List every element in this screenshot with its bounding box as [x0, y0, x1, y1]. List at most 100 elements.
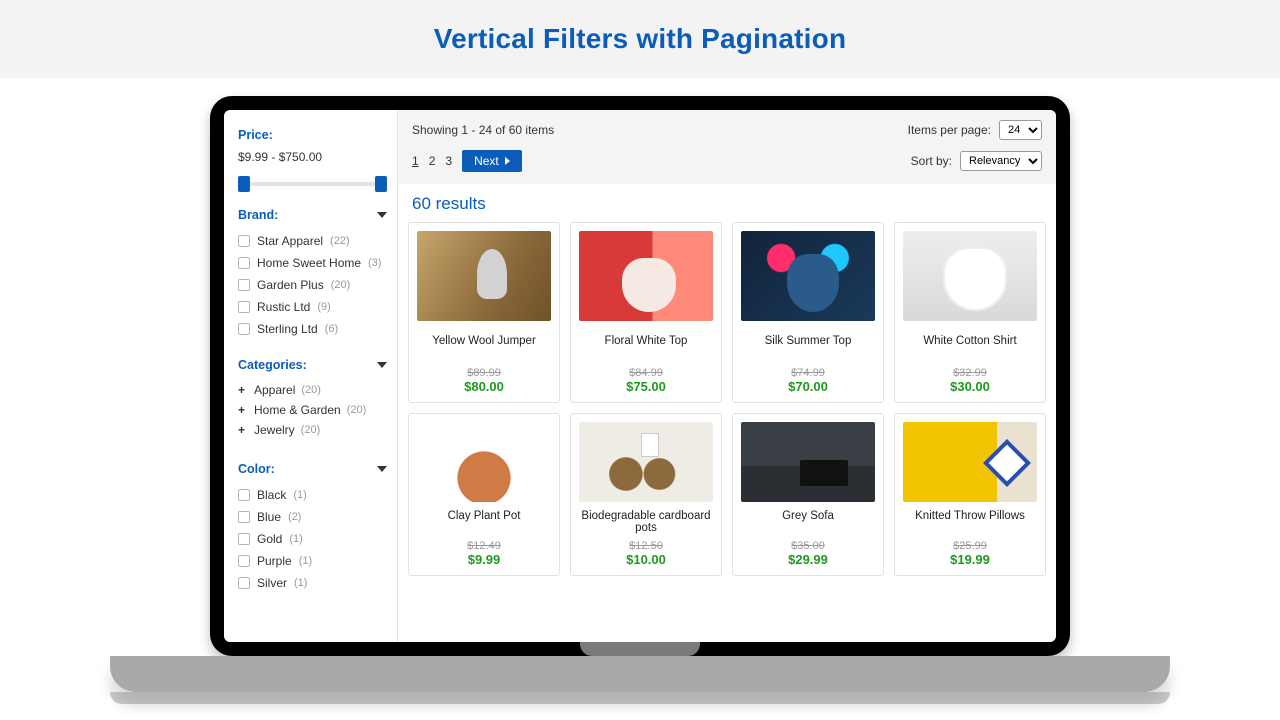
slider-handle-max[interactable] — [375, 176, 387, 192]
product-title: Biodegradable cardboard pots — [579, 510, 713, 534]
page-link[interactable]: 1 — [412, 154, 419, 168]
product-old-price: $74.99 — [791, 367, 825, 379]
product-image — [417, 231, 551, 321]
checkbox-icon[interactable] — [238, 555, 250, 567]
chevron-down-icon — [377, 362, 387, 368]
slider-handle-min[interactable] — [238, 176, 250, 192]
ipp-select[interactable]: 24 — [999, 120, 1042, 140]
product-image — [903, 422, 1037, 502]
product-card[interactable]: Clay Plant Pot $12.49 $9.99 — [408, 413, 560, 576]
ipp-label: Items per page: — [908, 123, 991, 137]
showing-count: Showing 1 - 24 of 60 items — [412, 123, 908, 137]
product-card[interactable]: Silk Summer Top $74.99 $70.00 — [732, 222, 884, 403]
categories-label: Categories: — [238, 358, 307, 372]
brand-section-header[interactable]: Brand: — [238, 208, 387, 222]
product-price: $10.00 — [626, 552, 666, 567]
product-title: Grey Sofa — [782, 510, 834, 534]
price-slider[interactable] — [238, 174, 387, 194]
filter-sidebar: Price: $9.99 - $750.00 Brand: Star Appar… — [224, 110, 398, 642]
page-banner: Vertical Filters with Pagination — [0, 0, 1280, 78]
brand-label: Brand: — [238, 208, 278, 222]
product-card[interactable]: Grey Sofa $35.00 $29.99 — [732, 413, 884, 576]
sort-label: Sort by: — [911, 154, 952, 168]
product-image — [903, 231, 1037, 321]
product-old-price: $84.99 — [629, 367, 663, 379]
product-title: White Cotton Shirt — [923, 335, 1016, 361]
product-card[interactable]: Yellow Wool Jumper $89.99 $80.00 — [408, 222, 560, 403]
color-filter-item[interactable]: Black(1) — [238, 484, 387, 506]
next-button[interactable]: Next — [462, 150, 522, 172]
color-filter-item[interactable]: Silver(1) — [238, 572, 387, 594]
categories-section-header[interactable]: Categories: — [238, 358, 387, 372]
laptop-base — [110, 656, 1170, 692]
product-price: $80.00 — [464, 379, 504, 394]
product-title: Silk Summer Top — [765, 335, 852, 361]
checkbox-icon[interactable] — [238, 323, 250, 335]
product-image — [417, 422, 551, 502]
price-label: Price: — [238, 128, 273, 142]
category-filter-item[interactable]: +Jewelry(20) — [238, 420, 387, 440]
product-card[interactable]: Floral White Top $84.99 $75.00 — [570, 222, 722, 403]
checkbox-icon[interactable] — [238, 235, 250, 247]
checkbox-icon[interactable] — [238, 577, 250, 589]
product-title: Floral White Top — [605, 335, 688, 361]
product-old-price: $35.00 — [791, 540, 825, 552]
product-price: $75.00 — [626, 379, 666, 394]
sort-select[interactable]: Relevancy — [960, 151, 1042, 171]
product-old-price: $89.99 — [467, 367, 501, 379]
product-price: $70.00 — [788, 379, 828, 394]
expand-icon: + — [238, 403, 248, 417]
product-image — [741, 231, 875, 321]
sort-by: Sort by: Relevancy — [908, 151, 1042, 171]
checkbox-icon[interactable] — [238, 301, 250, 313]
product-price: $19.99 — [950, 552, 990, 567]
product-card[interactable]: White Cotton Shirt $32.99 $30.00 — [894, 222, 1046, 403]
color-label: Color: — [238, 462, 275, 476]
brand-filter-item[interactable]: Rustic Ltd(9) — [238, 296, 387, 318]
product-image — [579, 231, 713, 321]
chevron-down-icon — [377, 466, 387, 472]
checkbox-icon[interactable] — [238, 511, 250, 523]
product-grid: Yellow Wool Jumper $89.99 $80.00 Floral … — [398, 222, 1056, 413]
checkbox-icon[interactable] — [238, 279, 250, 291]
brand-filter-item[interactable]: Garden Plus(20) — [238, 274, 387, 296]
product-price: $29.99 — [788, 552, 828, 567]
product-card[interactable]: Knitted Throw Pillows $25.99 $19.99 — [894, 413, 1046, 576]
page-link[interactable]: 2 — [429, 154, 436, 168]
brand-filter-item[interactable]: Home Sweet Home(3) — [238, 252, 387, 274]
color-filter-item[interactable]: Blue(2) — [238, 506, 387, 528]
color-section-header[interactable]: Color: — [238, 462, 387, 476]
checkbox-icon[interactable] — [238, 257, 250, 269]
results-header: 60 results — [398, 184, 1056, 222]
category-filter-item[interactable]: +Home & Garden(20) — [238, 400, 387, 420]
items-per-page: Items per page: 24 — [908, 120, 1042, 140]
product-old-price: $25.99 — [953, 540, 987, 552]
price-range-text: $9.99 - $750.00 — [238, 150, 387, 164]
category-filter-item[interactable]: +Apparel(20) — [238, 380, 387, 400]
page-link[interactable]: 3 — [445, 154, 452, 168]
product-old-price: $32.99 — [953, 367, 987, 379]
arrow-right-icon — [505, 157, 510, 165]
product-price: $30.00 — [950, 379, 990, 394]
product-price: $9.99 — [468, 552, 501, 567]
color-filter-item[interactable]: Purple(1) — [238, 550, 387, 572]
main-content: Showing 1 - 24 of 60 items Items per pag… — [398, 110, 1056, 642]
color-filter-item[interactable]: Gold(1) — [238, 528, 387, 550]
product-card[interactable]: Biodegradable cardboard pots $12.50 $10.… — [570, 413, 722, 576]
checkbox-icon[interactable] — [238, 489, 250, 501]
product-grid: Clay Plant Pot $12.49 $9.99 Biodegradabl… — [398, 413, 1056, 586]
brand-filter-item[interactable]: Sterling Ltd(6) — [238, 318, 387, 340]
product-title: Clay Plant Pot — [448, 510, 521, 534]
checkbox-icon[interactable] — [238, 533, 250, 545]
product-title: Knitted Throw Pillows — [915, 510, 1025, 534]
slider-track — [238, 182, 387, 186]
results-toolbar: Showing 1 - 24 of 60 items Items per pag… — [398, 110, 1056, 184]
product-title: Yellow Wool Jumper — [432, 335, 536, 361]
expand-icon: + — [238, 383, 248, 397]
product-image — [741, 422, 875, 502]
product-old-price: $12.49 — [467, 540, 501, 552]
product-old-price: $12.50 — [629, 540, 663, 552]
laptop-frame: Price: $9.99 - $750.00 Brand: Star Appar… — [210, 96, 1070, 656]
brand-filter-item[interactable]: Star Apparel(22) — [238, 230, 387, 252]
expand-icon: + — [238, 423, 248, 437]
